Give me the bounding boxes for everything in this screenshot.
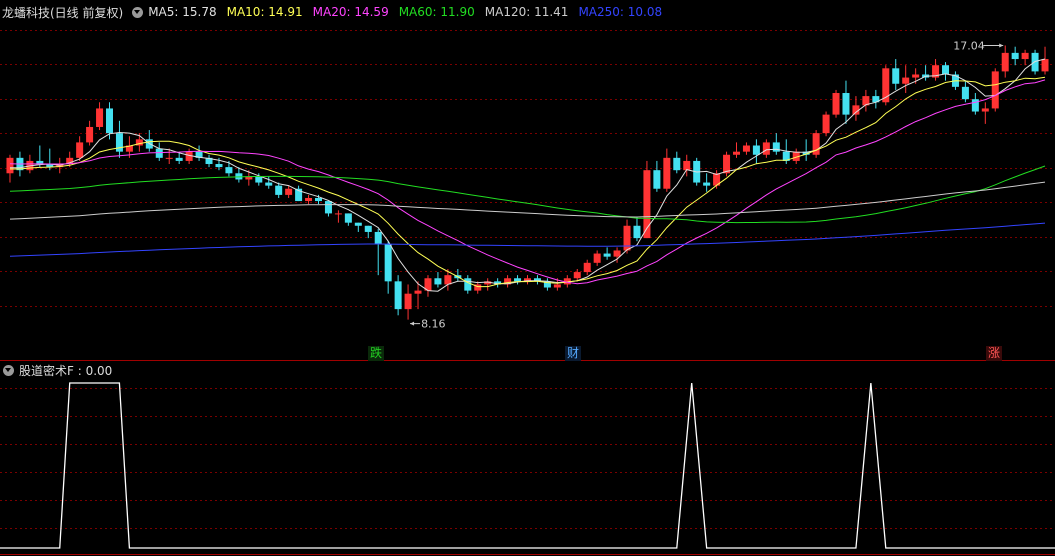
candle-up xyxy=(613,250,621,257)
candle-up xyxy=(1041,59,1049,72)
indicator-header: 股道密术F : 0.00 xyxy=(2,363,113,378)
candle-down xyxy=(603,253,611,257)
ma10-line xyxy=(10,76,1046,288)
candle-up xyxy=(165,157,173,159)
candle-down xyxy=(344,213,352,223)
dropdown-circle-icon[interactable] xyxy=(132,6,144,18)
candle-down xyxy=(842,93,850,115)
ma250-line xyxy=(9,222,1046,257)
signal-badge-finance: 财 xyxy=(565,346,582,361)
candle-down xyxy=(892,68,900,84)
indicator-line xyxy=(0,382,1055,549)
ma120-label: MA120: 11.41 xyxy=(484,5,569,19)
candle-up xyxy=(683,160,691,171)
candle-down xyxy=(772,142,780,152)
candle-down xyxy=(961,86,969,100)
ma120-line xyxy=(9,181,1046,220)
candle-down xyxy=(752,145,760,155)
candle-down xyxy=(514,278,522,282)
candle-up xyxy=(902,77,910,84)
ma5-label: MA5: 15.78 xyxy=(148,5,217,19)
candle-up xyxy=(305,197,313,202)
candle-down xyxy=(384,244,392,282)
low-arrow-icon xyxy=(410,321,415,326)
candle-down xyxy=(265,182,273,186)
candle-down xyxy=(354,222,362,226)
candle-up xyxy=(86,126,94,143)
candle-down xyxy=(106,108,113,134)
signal-badge-rise: 涨 xyxy=(986,346,1003,361)
ma250-label: MA250: 10.08 xyxy=(578,5,663,19)
ma60-label: MA60: 11.90 xyxy=(398,5,475,19)
indicator-title: 股道密术F : 0.00 xyxy=(19,363,113,378)
candle-down xyxy=(215,164,223,168)
candle-down xyxy=(1011,52,1019,60)
candle-up xyxy=(573,272,581,279)
candle-down xyxy=(971,99,979,112)
signal-badge-fall: 跌 xyxy=(368,346,385,361)
candle-down xyxy=(703,182,711,186)
candle-down xyxy=(364,225,372,232)
candle-up xyxy=(414,290,422,294)
kline-chart: 17.04 8.16 xyxy=(0,30,1055,555)
candle-down xyxy=(315,197,322,202)
candle-up xyxy=(6,157,14,174)
ma5-line xyxy=(10,58,1046,292)
low-price-label: 8.16 xyxy=(421,318,446,331)
candle-up xyxy=(583,262,591,273)
candle-down xyxy=(175,157,183,161)
candle-up xyxy=(623,225,631,251)
candle-down xyxy=(633,225,641,239)
candle-up xyxy=(285,188,293,195)
ma20-label: MA20: 14.59 xyxy=(312,5,389,19)
candle-down xyxy=(255,176,263,183)
indicator-dropdown-icon[interactable] xyxy=(3,364,14,376)
candle-down xyxy=(225,167,233,174)
main-chart-header: 龙蟠科技(日线 前复权) MA5: 15.78 MA10: 14.91 MA20… xyxy=(2,3,672,21)
candle-up xyxy=(822,114,830,134)
candle-down xyxy=(942,65,949,75)
candle-down xyxy=(464,278,472,291)
candle-up xyxy=(742,145,750,152)
ma60-line xyxy=(9,165,1046,224)
candle-up xyxy=(762,142,770,155)
candle-down xyxy=(324,201,332,214)
stock-chart-window: 17.04 8.16 龙蟠科技(日线 前复权) MA5: 15.78 MA10: … xyxy=(0,0,1055,556)
candle-up xyxy=(981,108,989,112)
candle-down xyxy=(374,231,382,245)
candle-down xyxy=(653,170,661,189)
high-arrow-icon xyxy=(999,43,1004,48)
candle-up xyxy=(553,284,561,288)
candle-down xyxy=(115,133,123,152)
candle-up xyxy=(334,213,342,215)
candle-up xyxy=(663,157,671,189)
candle-up xyxy=(832,93,840,115)
high-price-label: 17.04 xyxy=(953,39,985,52)
candle-up xyxy=(76,142,84,158)
candle-up xyxy=(991,71,999,109)
candle-down xyxy=(434,278,442,285)
candle-up xyxy=(733,151,740,155)
candle-up xyxy=(1021,52,1029,60)
candle-down xyxy=(673,157,681,171)
stock-title: 龙蟠科技(日线 前复权) xyxy=(2,5,124,20)
candle-up xyxy=(96,108,104,127)
candle-up xyxy=(593,253,601,263)
candle-down xyxy=(394,281,402,310)
candle-up xyxy=(444,275,452,285)
candle-up xyxy=(912,74,920,78)
candle-down xyxy=(155,148,163,158)
ma10-label: MA10: 14.91 xyxy=(226,5,303,19)
candle-up xyxy=(404,293,412,310)
candle-down xyxy=(275,185,283,195)
candle-up xyxy=(1001,52,1009,72)
